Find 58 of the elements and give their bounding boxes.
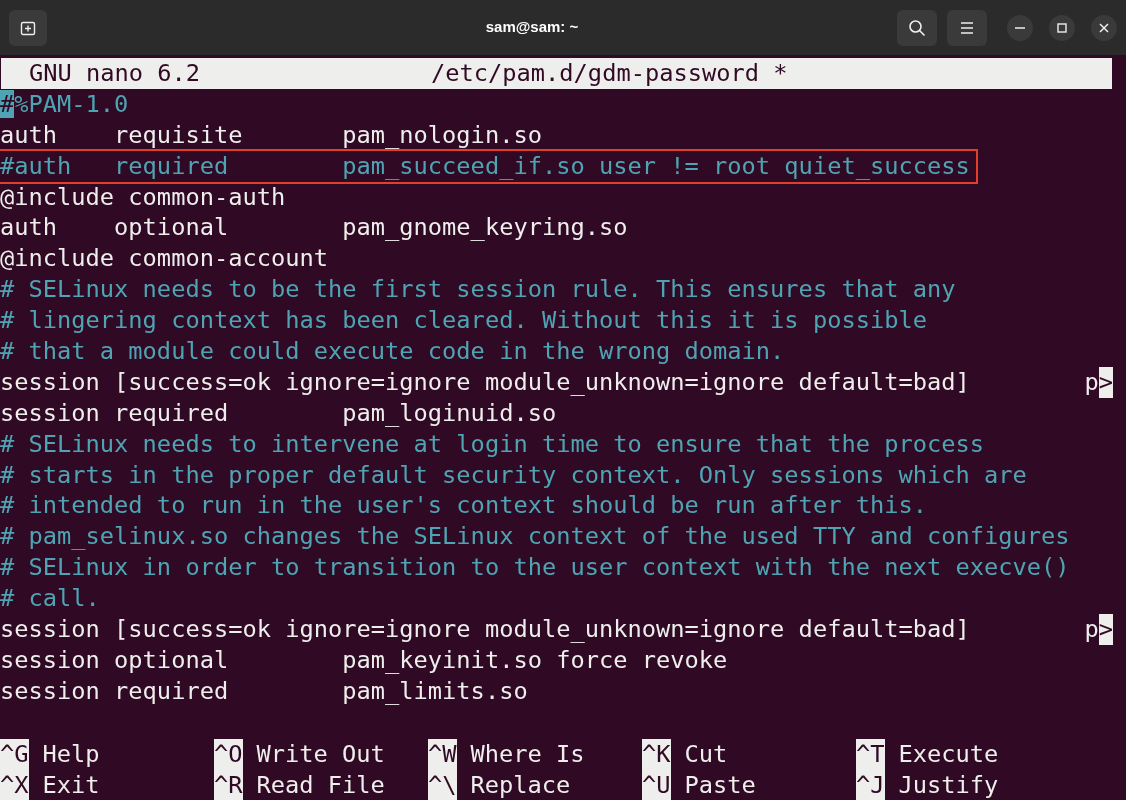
search-icon	[908, 18, 926, 37]
comment-line: # pam_selinux.so changes the SELinux context of the used TTY and configures	[0, 521, 1070, 553]
shortcut-key: ^J	[856, 769, 885, 800]
shortcut-label: Exit	[42, 769, 100, 800]
shortcut-key: ^K	[642, 738, 671, 770]
code-line: session [success=ok ignore=ignore module_unknown=ignore default=bad]	[0, 366, 970, 398]
shortcut-key: ^W	[428, 738, 457, 770]
menu-button[interactable]	[947, 9, 987, 46]
file-name: /etc/pam.d/gdm-password *	[431, 58, 788, 89]
comment-line: # intended to run in the user's context should be run after this.	[0, 490, 927, 522]
truncated-text: p	[1084, 366, 1099, 398]
shortcut-label: Paste	[684, 769, 756, 800]
minimize-icon	[1015, 26, 1025, 29]
comment-line: # SELinux in order to transition to the user context with the next execve()	[0, 552, 1070, 584]
shortcut-key: ^X	[0, 769, 29, 800]
minimize-button[interactable]	[1007, 14, 1033, 41]
shortcut-key: ^O	[214, 738, 243, 770]
comment-line: # that a module could execute code in the wrong domain.	[0, 336, 785, 367]
shortcut-label: Write Out	[256, 738, 385, 770]
close-icon	[1099, 22, 1109, 33]
shortcut-label: Read File	[256, 769, 385, 800]
code-line: session required pam_loginuid.so	[0, 397, 557, 429]
comment-line: # SELinux needs to intervene at login time to ensure that the process	[0, 428, 984, 460]
maximize-button[interactable]	[1049, 14, 1075, 41]
new-tab-icon	[20, 19, 36, 36]
shortcut-key: ^T	[856, 738, 885, 770]
shortcut-key: ^\	[428, 769, 457, 800]
shortcut-key: ^G	[0, 738, 29, 770]
code-line: auth optional pam_gnome_keyring.so	[0, 212, 628, 244]
comment-line: # starts in the proper default security context. Only sessions which are	[0, 459, 1027, 491]
program-version: GNU nano 6.2	[28, 58, 202, 89]
line-continues-marker: >	[1098, 614, 1113, 645]
code-line: session required pam_limits.so	[0, 675, 528, 707]
menu-icon	[960, 21, 974, 34]
truncated-text: p	[1084, 614, 1099, 645]
shortcut-label: Where Is	[470, 738, 585, 770]
comment-line: #auth required pam_succeed_if.so user != root quiet_success	[0, 150, 976, 182]
search-button[interactable]	[897, 9, 937, 46]
window-title: sam@sam: ~	[485, 17, 579, 38]
code-line: @include common-account	[0, 243, 328, 275]
comment-line: # call.	[0, 583, 100, 615]
shortcut-label: Cut	[684, 738, 728, 770]
code-line: session [success=ok ignore=ignore module_unknown=ignore default=bad]	[0, 614, 970, 645]
shortcut-key: ^R	[214, 769, 243, 800]
code-line: @include common-auth	[0, 181, 286, 213]
shortcut-label: Justify	[898, 769, 999, 800]
new-tab-button[interactable]	[9, 9, 47, 46]
close-button[interactable]	[1091, 14, 1117, 41]
comment-line: # SELinux needs to be the first session rule. This ensures that any	[0, 274, 956, 306]
shortcut-label: Help	[42, 738, 100, 770]
comment-line: # lingering context has been cleared. Without this it is possible	[0, 305, 927, 337]
shortcut-label: Execute	[898, 738, 999, 770]
code-line: auth requisite pam_nologin.so	[0, 119, 542, 151]
shortcut-key: ^U	[642, 769, 671, 800]
code-line: session optional pam_keyinit.so force revoke	[0, 644, 728, 676]
maximize-icon	[1057, 22, 1067, 33]
line-continues-marker: >	[1098, 366, 1113, 398]
shortcut-label: Replace	[470, 769, 571, 800]
